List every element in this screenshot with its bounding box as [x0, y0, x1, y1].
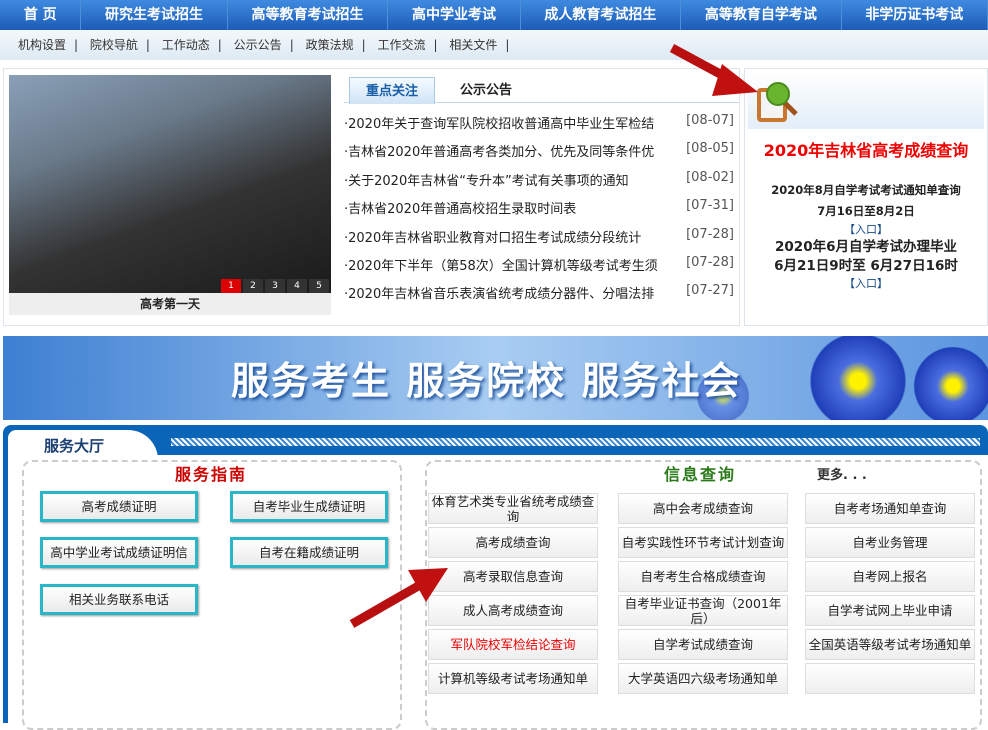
query-button[interactable]: 自考考生合格成绩查询 — [618, 561, 788, 592]
notice-1: 2020年8月自学考试考试通知单查询7月16日至8月2日 — [745, 180, 987, 222]
news-date: [08-07] — [686, 113, 734, 141]
query-button[interactable]: 成人高考成绩查询 — [428, 595, 598, 626]
news-date: [07-31] — [686, 198, 734, 226]
service-hall-title: 服务大厅 — [8, 430, 158, 460]
flower-decoration — [908, 341, 988, 420]
news-item[interactable]: ·吉林省2020年普通高考各类加分、优先及同等条件优 [08-05] — [344, 141, 734, 169]
query-button[interactable]: 高考成绩查询 — [428, 527, 598, 558]
pager-4[interactable]: 4 — [287, 279, 307, 293]
news-item[interactable]: ·2020年关于查询军队院校招收普通高中毕业生军检结 [08-07] — [344, 113, 734, 141]
news-title[interactable]: ·2020年下半年（第58次）全国计算机等级考试考生须 — [344, 255, 658, 283]
guide-button[interactable]: 高中学业考试成绩证明信 — [40, 537, 198, 568]
notice-1-date: 7月16日至8月2日 — [745, 201, 987, 222]
news-tabs: 重点关注 公示公告 — [344, 75, 739, 103]
nav-home[interactable]: 首 页 — [0, 0, 81, 30]
main-nav: 首 页 研究生考试招生 高等教育考试招生 高中学业考试 成人教育考试招生 高等教… — [0, 0, 988, 30]
subnav-item[interactable]: 院校导航 — [90, 38, 138, 52]
news-title[interactable]: ·2020年吉林省音乐表演省统考成绩分器件、分唱法排 — [344, 283, 654, 311]
entry-link-1[interactable]: 【入口】 — [745, 222, 987, 238]
news-title[interactable]: ·关于2020年吉林省“专升本”考试有关事项的通知 — [344, 170, 629, 198]
search-document-icon — [754, 76, 804, 126]
pager-2[interactable]: 2 — [243, 279, 263, 293]
score-query-panel: 2020年吉林省高考成绩查询 2020年8月自学考试考试通知单查询7月16日至8… — [744, 68, 988, 326]
query-button[interactable]: 自考考场通知单查询 — [805, 493, 975, 524]
subnav-item[interactable]: 机构设置 — [18, 38, 66, 52]
pager-1[interactable]: 1 — [221, 279, 241, 293]
subnav-item[interactable]: 政策法规 — [306, 38, 354, 52]
pager-3[interactable]: 3 — [265, 279, 285, 293]
query-button[interactable]: 计算机等级考试考场通知单 — [428, 663, 598, 694]
guide-button[interactable]: 自考在籍成绩证明 — [230, 537, 388, 568]
query-button[interactable]: 高考录取信息查询 — [428, 561, 598, 592]
query-button[interactable]: 高中会考成绩查询 — [618, 493, 788, 524]
sub-nav: 机构设置| 院校导航| 工作动态| 公示公告| 政策法规| 工作交流| 相关文件… — [0, 30, 988, 60]
slogan-banner: 服务考生 服务院校 服务社会 — [3, 336, 988, 420]
query-button[interactable]: 自学考试成绩查询 — [618, 629, 788, 660]
guide-button[interactable]: 相关业务联系电话 — [40, 584, 198, 615]
guide-button[interactable]: 自考毕业生成绩证明 — [230, 491, 388, 522]
query-button[interactable]: 自考网上报名 — [805, 561, 975, 592]
news-item[interactable]: ·2020年下半年（第58次）全国计算机等级考试考生须 [07-28] — [344, 255, 734, 283]
news-title[interactable]: ·2020年关于查询军队院校招收普通高中毕业生军检结 — [344, 113, 654, 141]
service-guide-title: 服务指南 — [175, 461, 247, 485]
score-query-title[interactable]: 2020年吉林省高考成绩查询 — [745, 137, 987, 161]
nav-certificate[interactable]: 非学历证书考试 — [842, 0, 988, 30]
guide-button[interactable]: 高考成绩证明 — [40, 491, 198, 522]
news-date: [08-05] — [686, 141, 734, 169]
news-item[interactable]: ·2020年吉林省音乐表演省统考成绩分器件、分唱法排 [07-27] — [344, 283, 734, 311]
news-list: ·2020年关于查询军队院校招收普通高中毕业生军检结 [08-07] ·吉林省20… — [344, 113, 734, 312]
nav-higher-ed[interactable]: 高等教育考试招生 — [228, 0, 388, 30]
subnav-item[interactable]: 工作交流 — [377, 38, 425, 52]
flower-decoration — [803, 336, 913, 420]
news-title[interactable]: ·吉林省2020年普通高校招生录取时间表 — [344, 198, 576, 226]
slider-pager: 1 2 3 4 5 — [221, 279, 329, 293]
more-link[interactable]: 更多. . . — [817, 464, 867, 483]
notice-2-date: 6月21日9时至 6月27日16时 — [745, 257, 987, 276]
news-title[interactable]: ·2020年吉林省职业教育对口招生考试成绩分段统计 — [344, 227, 641, 255]
query-button[interactable]: 大学英语四六级考场通知单 — [618, 663, 788, 694]
slide-image[interactable] — [9, 75, 331, 293]
nav-adult-ed[interactable]: 成人教育考试招生 — [521, 0, 681, 30]
slogan: 服务考生 服务院校 服务社会 — [231, 350, 741, 405]
news-section: 1 2 3 4 5 高考第一天 重点关注 公示公告 ·2020年关于查询军队院校… — [3, 68, 740, 326]
news-item[interactable]: ·关于2020年吉林省“专升本”考试有关事项的通知 [08-02] — [344, 170, 734, 198]
news-date: [07-27] — [686, 283, 734, 311]
query-button[interactable]: 体育艺术类专业省统考成绩查询 — [428, 493, 598, 524]
slide-caption[interactable]: 高考第一天 — [9, 293, 331, 315]
entry-link-2[interactable]: 【入口】 — [745, 276, 987, 292]
nav-self-study[interactable]: 高等教育自学考试 — [681, 0, 841, 30]
query-button[interactable]: 全国英语等级考试考场通知单 — [805, 629, 975, 660]
query-button[interactable]: 自学考试网上毕业申请 — [805, 595, 975, 626]
query-button[interactable]: 自考毕业证书查询（2001年后） — [618, 595, 788, 626]
news-item[interactable]: ·2020年吉林省职业教育对口招生考试成绩分段统计 [07-28] — [344, 227, 734, 255]
query-button[interactable] — [805, 663, 975, 694]
nav-graduate[interactable]: 研究生考试招生 — [81, 0, 227, 30]
subnav-item[interactable]: 相关文件 — [449, 38, 497, 52]
pager-5[interactable]: 5 — [309, 279, 329, 293]
subnav-item[interactable]: 公示公告 — [234, 38, 282, 52]
tab-announcements[interactable]: 公示公告 — [444, 77, 528, 104]
news-date: [08-02] — [686, 170, 734, 198]
query-button[interactable]: 自考实践性环节考试计划查询 — [618, 527, 788, 558]
notice-2: 2020年6月自学考试办理毕业6月21日9时至 6月27日16时 — [745, 238, 987, 276]
tab-focus[interactable]: 重点关注 — [349, 77, 435, 104]
subnav-item[interactable]: 工作动态 — [162, 38, 210, 52]
notice-1-title: 2020年8月自学考试考试通知单查询 — [745, 180, 987, 201]
header-stripe — [171, 438, 980, 446]
news-date: [07-28] — [686, 255, 734, 283]
info-query-title: 信息查询 — [664, 461, 736, 485]
news-date: [07-28] — [686, 227, 734, 255]
news-item[interactable]: ·吉林省2020年普通高校招生录取时间表 [07-31] — [344, 198, 734, 226]
photo-slider[interactable]: 1 2 3 4 5 高考第一天 — [9, 75, 331, 315]
query-button[interactable]: 军队院校军检结论查询 — [428, 629, 598, 660]
notice-2-title: 2020年6月自学考试办理毕业 — [745, 238, 987, 257]
panel-header — [748, 72, 984, 129]
news-title[interactable]: ·吉林省2020年普通高考各类加分、优先及同等条件优 — [344, 141, 654, 169]
query-button[interactable]: 自考业务管理 — [805, 527, 975, 558]
nav-highschool[interactable]: 高中学业考试 — [388, 0, 520, 30]
